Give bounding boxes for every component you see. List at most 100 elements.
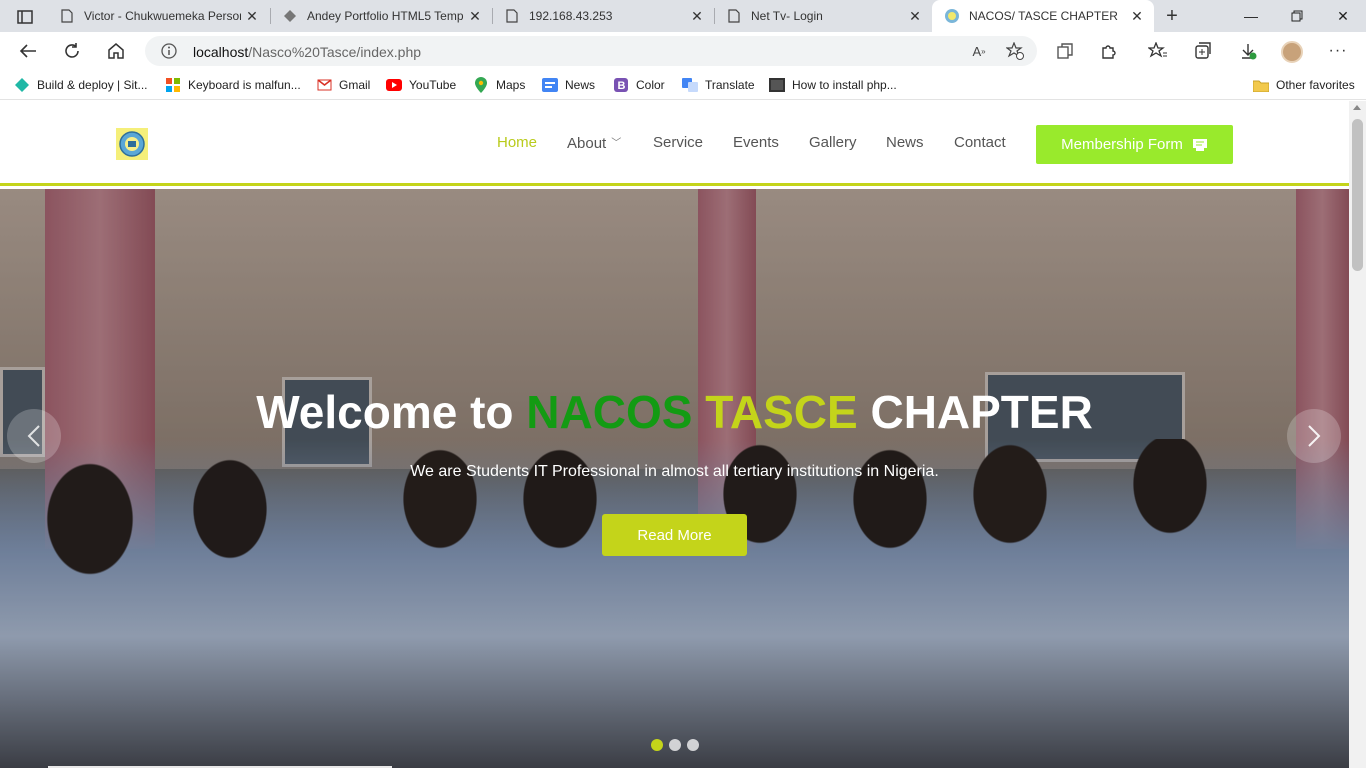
bookmark-keyboard[interactable]: Keyboard is malfun... bbox=[165, 75, 301, 95]
browser-tab-3[interactable]: 192.168.43.253 ✕ bbox=[492, 0, 714, 32]
bookmark-label: Color bbox=[636, 78, 665, 92]
puzzle-icon bbox=[1102, 45, 1116, 59]
carousel-dot-1[interactable] bbox=[651, 739, 663, 751]
video-icon bbox=[769, 77, 785, 93]
page-icon bbox=[59, 8, 75, 24]
refresh-button[interactable] bbox=[59, 38, 85, 64]
bookmark-translate[interactable]: Translate bbox=[682, 75, 755, 95]
scrollbar-thumb[interactable] bbox=[1352, 119, 1363, 271]
page-icon bbox=[726, 8, 742, 24]
home-button[interactable] bbox=[103, 38, 129, 64]
tab-actions-button[interactable] bbox=[8, 6, 42, 28]
nav-contact[interactable]: Contact bbox=[954, 134, 1006, 151]
svg-text:B: B bbox=[618, 80, 626, 92]
close-icon: ✕ bbox=[1337, 7, 1349, 24]
close-icon[interactable]: ✕ bbox=[241, 5, 263, 27]
close-icon[interactable]: ✕ bbox=[904, 5, 926, 27]
add-favorite-icon[interactable] bbox=[1005, 42, 1025, 60]
info-icon[interactable] bbox=[161, 43, 177, 64]
tab-title: Andey Portfolio HTML5 Temp bbox=[307, 9, 464, 23]
carousel-next-button[interactable] bbox=[1287, 409, 1341, 463]
favorites-bar: Build & deploy | Sit... Keyboard is malf… bbox=[0, 70, 1366, 100]
bookmark-maps[interactable]: Maps bbox=[473, 75, 525, 95]
youtube-icon bbox=[386, 77, 402, 93]
close-window-button[interactable]: ✕ bbox=[1320, 0, 1366, 32]
scroll-up-arrow-icon[interactable] bbox=[1353, 105, 1361, 110]
page-icon bbox=[504, 8, 520, 24]
restore-button[interactable] bbox=[1274, 0, 1320, 32]
favorites-icon bbox=[1148, 42, 1167, 58]
bookmark-news[interactable]: News bbox=[542, 75, 595, 95]
minimize-icon: — bbox=[1244, 8, 1258, 24]
tab-title: NACOS/ TASCE CHAPTER bbox=[969, 9, 1118, 23]
close-icon[interactable]: ✕ bbox=[686, 5, 708, 27]
close-icon[interactable]: ✕ bbox=[1126, 5, 1148, 27]
plus-icon: + bbox=[1166, 4, 1178, 27]
bookmark-youtube[interactable]: YouTube bbox=[386, 75, 456, 95]
bookmark-label: News bbox=[565, 78, 596, 92]
windows-icon bbox=[165, 77, 181, 93]
membership-form-button[interactable]: Membership Form bbox=[1036, 125, 1233, 164]
carousel-prev-button[interactable] bbox=[7, 409, 61, 463]
bookmark-label: Translate bbox=[705, 78, 755, 92]
bookmark-label: Maps bbox=[496, 78, 526, 92]
hero-title-tasce: TASCE bbox=[705, 386, 858, 438]
hero-subtitle: We are Students IT Professional in almos… bbox=[410, 463, 939, 480]
minimize-button[interactable]: — bbox=[1228, 0, 1274, 32]
nav-gallery[interactable]: Gallery bbox=[809, 134, 857, 151]
chevron-down-icon: ﹀ bbox=[611, 138, 622, 149]
nav-news[interactable]: News bbox=[886, 134, 924, 151]
read-aloud-icon[interactable]: A» bbox=[969, 42, 989, 60]
bookmark-label: How to install php... bbox=[792, 78, 897, 92]
browser-tab-4[interactable]: Net Tv- Login ✕ bbox=[714, 0, 932, 32]
site-header: Home About ﹀ Service Events Gallery News … bbox=[0, 101, 1349, 186]
downloads-button[interactable] bbox=[1235, 38, 1261, 64]
close-icon[interactable]: ✕ bbox=[464, 5, 486, 27]
nav-service[interactable]: Service bbox=[653, 134, 703, 151]
nav-events[interactable]: Events bbox=[733, 134, 779, 151]
browser-tab-5-active[interactable]: NACOS/ TASCE CHAPTER ✕ bbox=[932, 0, 1154, 32]
bookmark-php[interactable]: How to install php... bbox=[769, 75, 897, 95]
tabs-collection-button[interactable] bbox=[1190, 38, 1216, 64]
bookmark-label: YouTube bbox=[409, 78, 457, 92]
nacos-logo[interactable] bbox=[116, 128, 148, 160]
hero-title: Welcome to NACOS TASCE CHAPTER bbox=[256, 386, 1093, 438]
new-tab-button[interactable]: + bbox=[1160, 5, 1184, 27]
refresh-icon bbox=[65, 43, 79, 58]
maps-icon bbox=[473, 77, 489, 93]
chevron-right-icon bbox=[1308, 425, 1321, 447]
bootstrap-icon: B bbox=[613, 77, 629, 93]
bookmark-color[interactable]: B Color bbox=[613, 75, 665, 95]
read-more-button[interactable]: Read More bbox=[602, 514, 747, 556]
collections-button[interactable] bbox=[1052, 38, 1078, 64]
page-viewport: Home About ﹀ Service Events Gallery News … bbox=[0, 101, 1349, 768]
gmail-icon bbox=[316, 77, 332, 93]
other-favorites[interactable]: Other favorites bbox=[1253, 75, 1355, 95]
chevron-left-icon bbox=[27, 425, 40, 447]
browser-tab-2[interactable]: Andey Portfolio HTML5 Temp ✕ bbox=[270, 0, 492, 32]
back-button[interactable] bbox=[15, 38, 41, 64]
bookmark-label: Gmail bbox=[339, 78, 371, 92]
tab-actions-icon bbox=[17, 10, 33, 24]
carousel-dot-2[interactable] bbox=[669, 739, 681, 751]
page-scrollbar[interactable] bbox=[1349, 101, 1366, 768]
favorites-button[interactable] bbox=[1145, 38, 1171, 64]
browser-tab-1[interactable]: Victor - Chukwuemeka Person ✕ bbox=[47, 0, 269, 32]
carousel-dot-3[interactable] bbox=[687, 739, 699, 751]
settings-menu-button[interactable]: ··· bbox=[1325, 38, 1351, 64]
translate-icon bbox=[682, 77, 698, 93]
nav-home[interactable]: Home bbox=[497, 134, 537, 151]
netlify-icon bbox=[14, 77, 30, 93]
tab-title: Victor - Chukwuemeka Person bbox=[84, 9, 241, 23]
tab-title: Net Tv- Login bbox=[751, 9, 823, 23]
form-icon bbox=[1192, 138, 1208, 152]
profile-avatar[interactable] bbox=[1281, 41, 1303, 63]
url-input[interactable]: localhost/Nasco%20Tasce/index.php A» bbox=[145, 36, 1037, 66]
extensions-button[interactable] bbox=[1096, 38, 1122, 64]
bookmark-netlify[interactable]: Build & deploy | Sit... bbox=[14, 75, 148, 95]
bookmark-gmail[interactable]: Gmail bbox=[316, 75, 370, 95]
hero-carousel: Welcome to NACOS TASCE CHAPTER We are St… bbox=[0, 189, 1349, 768]
nacos-logo-icon bbox=[944, 8, 960, 24]
more-dots-icon: ··· bbox=[1328, 42, 1348, 59]
nav-about[interactable]: About ﹀ bbox=[567, 134, 621, 152]
